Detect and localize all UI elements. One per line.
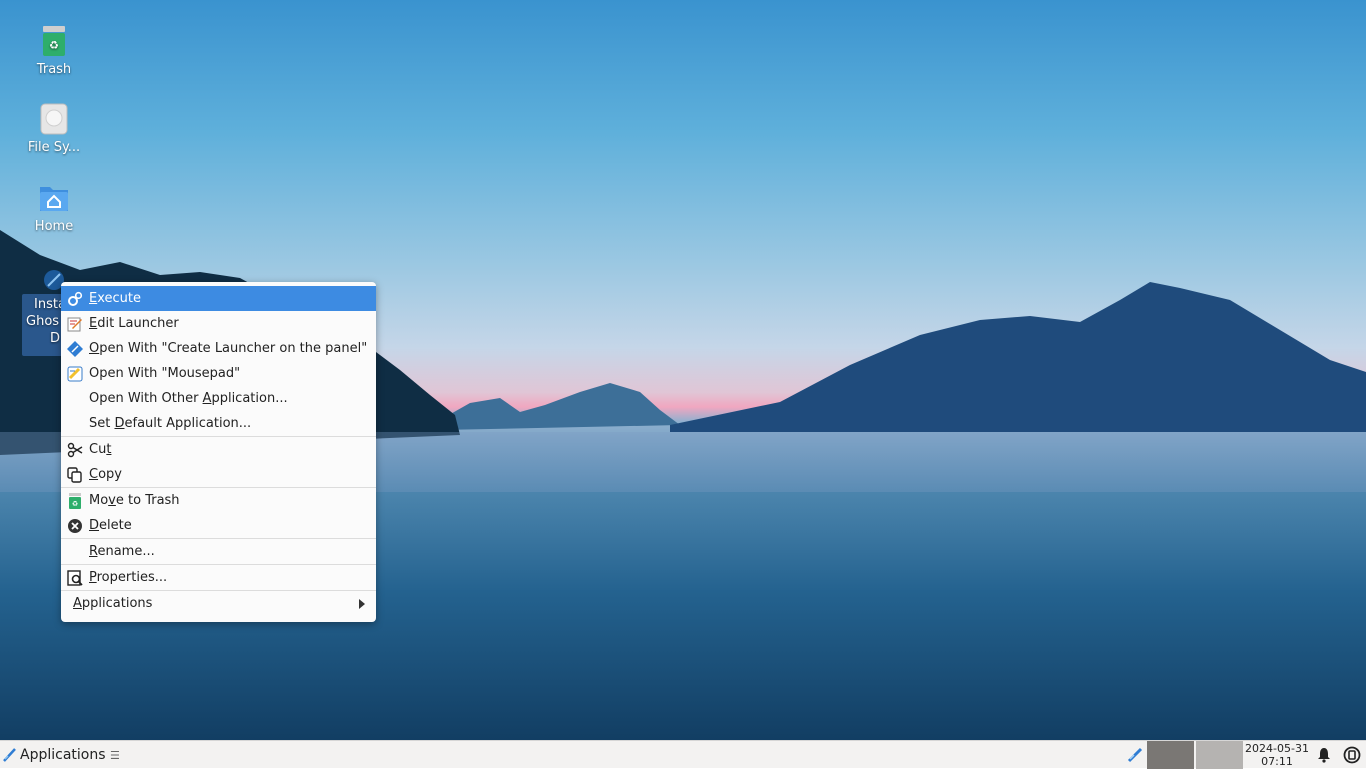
menu-item-label: Move to Trash xyxy=(89,493,180,508)
menu-item-label: Execute xyxy=(89,291,141,306)
menu-item-edit-launcher[interactable]: Edit Launcher xyxy=(61,311,376,336)
menu-item-label: Properties... xyxy=(89,570,168,585)
clock[interactable]: 2024-05-31 07:11 xyxy=(1244,742,1310,768)
trash-icon: ♻ xyxy=(37,24,71,58)
menu-item-label: Applications xyxy=(73,596,153,611)
bottom-panel: Applications ☰ 2024-05-31 07:11 xyxy=(0,740,1366,769)
launcher-diamond-icon xyxy=(67,341,83,357)
menu-item-label: Open With "Mousepad" xyxy=(89,366,241,381)
home-folder-icon xyxy=(37,181,71,215)
scissors-icon xyxy=(67,442,83,458)
desktop-icon-label: Home xyxy=(34,219,74,234)
desktop-icon-label-line3: D xyxy=(50,331,61,346)
menu-item-delete[interactable]: Delete xyxy=(61,513,376,538)
launcher-icon xyxy=(2,747,18,763)
menu-item-label: Set Default Application... xyxy=(89,416,252,431)
desktop-icon-trash[interactable]: ♻ Trash xyxy=(8,24,100,77)
svg-text:♻: ♻ xyxy=(72,500,78,508)
menu-item-label: Delete xyxy=(89,518,132,533)
desktop-icon-label: File Sy... xyxy=(27,140,81,155)
workspace-1[interactable] xyxy=(1147,741,1194,769)
menu-item-label: Cut xyxy=(89,442,112,457)
menu-item-label: Edit Launcher xyxy=(89,316,179,331)
menu-handle-icon: ☰ xyxy=(109,749,120,762)
menu-item-label: Rename... xyxy=(89,544,155,559)
menu-item-label: Copy xyxy=(89,467,122,482)
menu-item-properties[interactable]: Properties... xyxy=(61,565,376,590)
desktop-icon-label: Trash xyxy=(36,62,72,77)
desktop-icon-installer[interactable]: Insta Ghos D xyxy=(22,294,66,356)
menu-item-set-default-app[interactable]: Set Default Application... xyxy=(61,411,376,436)
menu-item-applications-submenu[interactable]: Applications xyxy=(61,591,376,616)
menu-item-open-with-create-launcher[interactable]: Open With "Create Launcher on the panel" xyxy=(61,336,376,361)
applications-menu-label: Applications xyxy=(20,747,106,763)
menu-item-rename[interactable]: Rename... xyxy=(61,539,376,564)
clock-time: 07:11 xyxy=(1261,755,1293,768)
notification-bell-icon[interactable] xyxy=(1316,747,1332,763)
workspace-2[interactable] xyxy=(1196,741,1243,769)
applications-menu-button[interactable]: Applications ☰ xyxy=(2,744,120,766)
copy-icon xyxy=(67,467,83,483)
mousepad-icon xyxy=(67,366,83,382)
drive-icon xyxy=(37,102,71,136)
menu-item-label: Open With Other Application... xyxy=(89,391,288,406)
desktop-icon-home[interactable]: Home xyxy=(8,181,100,234)
trash-icon: ♻ xyxy=(67,493,83,509)
edit-icon xyxy=(67,316,83,332)
power-icon[interactable] xyxy=(1343,746,1361,764)
gears-icon xyxy=(67,291,83,307)
launcher-icon[interactable] xyxy=(1126,746,1144,764)
menu-item-execute[interactable]: Execute xyxy=(61,286,376,311)
menu-item-open-with-other[interactable]: Open With Other Application... xyxy=(61,386,376,411)
desktop-icon-filesystem[interactable]: File Sy... xyxy=(8,102,100,155)
menu-item-label: Open With "Create Launcher on the panel" xyxy=(89,341,368,356)
menu-item-cut[interactable]: Cut xyxy=(61,437,376,462)
desktop-icon-label-line1: Insta xyxy=(34,297,66,312)
svg-text:♻: ♻ xyxy=(49,39,59,52)
menu-item-move-to-trash[interactable]: ♻ Move to Trash xyxy=(61,488,376,513)
menu-item-copy[interactable]: Copy xyxy=(61,462,376,487)
delete-icon xyxy=(67,518,83,534)
menu-item-open-with-mousepad[interactable]: Open With "Mousepad" xyxy=(61,361,376,386)
context-menu: Execute Edit Launcher Open With "Create … xyxy=(61,282,376,622)
properties-icon xyxy=(67,570,83,586)
desktop-icon-label-line2: Ghos xyxy=(26,314,60,329)
clock-date: 2024-05-31 xyxy=(1245,742,1309,755)
submenu-arrow-icon xyxy=(359,599,365,609)
